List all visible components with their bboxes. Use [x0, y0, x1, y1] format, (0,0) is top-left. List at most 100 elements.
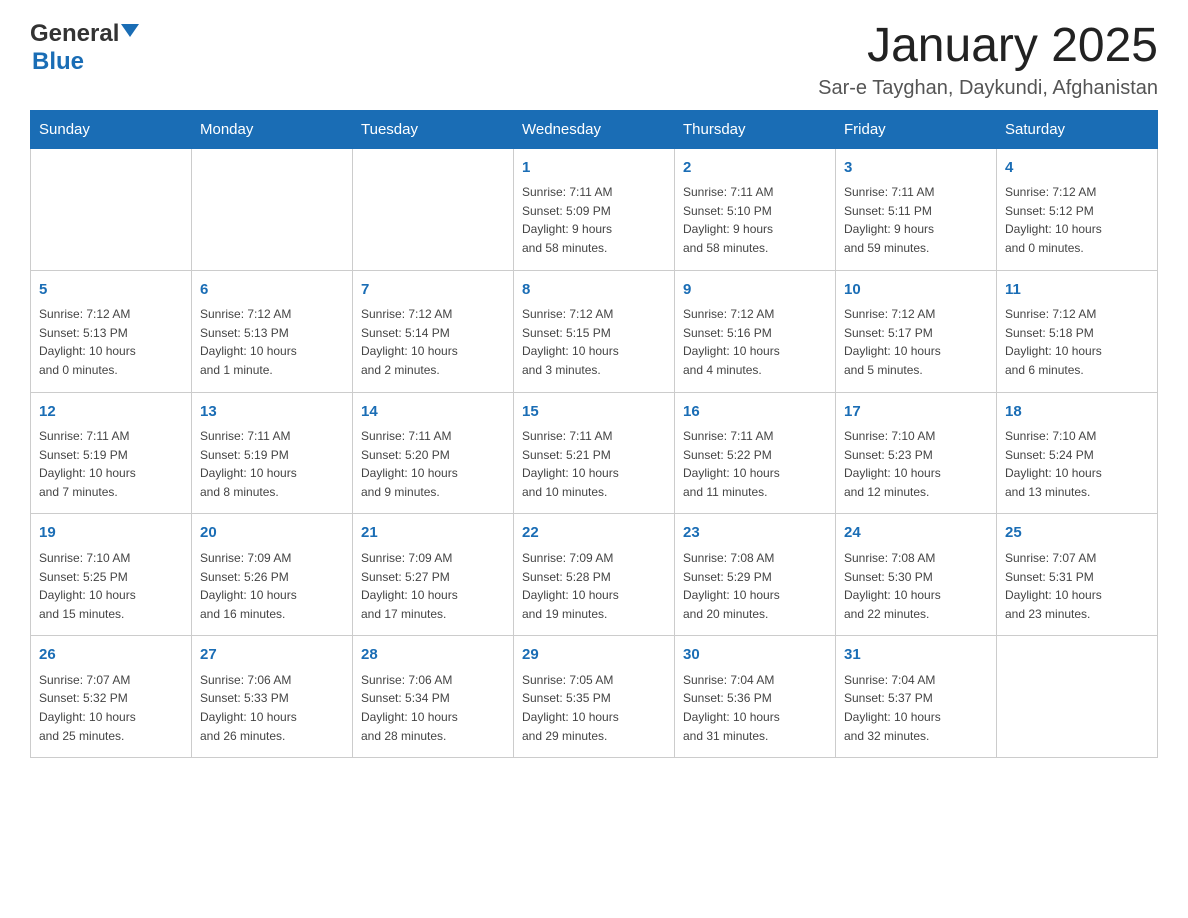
calendar-cell: 25 Sunrise: 7:07 AMSunset: 5:31 PMDayligh… — [997, 514, 1158, 636]
calendar-week-5: 26 Sunrise: 7:07 AMSunset: 5:32 PMDayligh… — [31, 636, 1158, 758]
day-info: Sunrise: 7:11 AMSunset: 5:09 PMDaylight:… — [522, 183, 666, 257]
calendar-cell: 7 Sunrise: 7:12 AMSunset: 5:14 PMDaylight… — [353, 270, 514, 392]
calendar-cell: 16 Sunrise: 7:11 AMSunset: 5:22 PMDayligh… — [675, 392, 836, 514]
day-info: Sunrise: 7:12 AMSunset: 5:16 PMDaylight:… — [683, 305, 827, 379]
calendar-header-monday: Monday — [192, 110, 353, 148]
calendar-cell: 13 Sunrise: 7:11 AMSunset: 5:19 PMDayligh… — [192, 392, 353, 514]
day-number: 10 — [844, 279, 988, 302]
day-number: 28 — [361, 644, 505, 667]
calendar-cell: 27 Sunrise: 7:06 AMSunset: 5:33 PMDayligh… — [192, 636, 353, 758]
calendar-header-friday: Friday — [836, 110, 997, 148]
calendar-table: SundayMondayTuesdayWednesdayThursdayFrid… — [30, 110, 1158, 758]
day-number: 26 — [39, 644, 183, 667]
calendar-week-3: 12Sunrise: 7:11 AMSunset: 5:19 PMDayligh… — [31, 392, 1158, 514]
calendar-header-tuesday: Tuesday — [353, 110, 514, 148]
day-number: 29 — [522, 644, 666, 667]
calendar-cell: 6 Sunrise: 7:12 AMSunset: 5:13 PMDaylight… — [192, 270, 353, 392]
day-number: 20 — [200, 522, 344, 545]
title-section: January 2025 Sar-e Tayghan, Daykundi, Af… — [818, 20, 1158, 100]
calendar-cell: 24 Sunrise: 7:08 AMSunset: 5:30 PMDayligh… — [836, 514, 997, 636]
logo-arrow-icon — [121, 24, 139, 37]
day-info: Sunrise: 7:11 AMSunset: 5:20 PMDaylight:… — [361, 427, 505, 501]
day-info: Sunrise: 7:07 AMSunset: 5:32 PMDaylight:… — [39, 671, 183, 745]
day-info: Sunrise: 7:04 AMSunset: 5:37 PMDaylight:… — [844, 671, 988, 745]
calendar-cell — [353, 148, 514, 270]
logo: General Blue — [30, 20, 139, 76]
day-number: 23 — [683, 522, 827, 545]
calendar-cell: 9 Sunrise: 7:12 AMSunset: 5:16 PMDaylight… — [675, 270, 836, 392]
day-info: Sunrise: 7:11 AMSunset: 5:19 PMDaylight:… — [39, 427, 183, 501]
day-number: 6 — [200, 279, 344, 302]
day-info: Sunrise: 7:07 AMSunset: 5:31 PMDaylight:… — [1005, 549, 1149, 623]
calendar-cell: 4 Sunrise: 7:12 AMSunset: 5:12 PMDaylight… — [997, 148, 1158, 270]
month-title: January 2025 — [818, 20, 1158, 73]
day-number: 9 — [683, 279, 827, 302]
day-number: 1 — [522, 157, 666, 180]
calendar-cell: 12Sunrise: 7:11 AMSunset: 5:19 PMDayligh… — [31, 392, 192, 514]
calendar-cell: 21 Sunrise: 7:09 AMSunset: 5:27 PMDayligh… — [353, 514, 514, 636]
day-info: Sunrise: 7:09 AMSunset: 5:27 PMDaylight:… — [361, 549, 505, 623]
day-info: Sunrise: 7:12 AMSunset: 5:13 PMDaylight:… — [200, 305, 344, 379]
day-number: 5 — [39, 279, 183, 302]
day-number: 11 — [1005, 279, 1149, 302]
calendar-cell: 10 Sunrise: 7:12 AMSunset: 5:17 PMDayligh… — [836, 270, 997, 392]
day-number: 2 — [683, 157, 827, 180]
calendar-cell: 5 Sunrise: 7:12 AMSunset: 5:13 PMDaylight… — [31, 270, 192, 392]
day-info: Sunrise: 7:06 AMSunset: 5:34 PMDaylight:… — [361, 671, 505, 745]
day-info: Sunrise: 7:11 AMSunset: 5:19 PMDaylight:… — [200, 427, 344, 501]
calendar-header-thursday: Thursday — [675, 110, 836, 148]
day-info: Sunrise: 7:12 AMSunset: 5:13 PMDaylight:… — [39, 305, 183, 379]
day-number: 18 — [1005, 401, 1149, 424]
day-number: 27 — [200, 644, 344, 667]
day-info: Sunrise: 7:12 AMSunset: 5:12 PMDaylight:… — [1005, 183, 1149, 257]
calendar-cell: 8Sunrise: 7:12 AMSunset: 5:15 PMDaylight… — [514, 270, 675, 392]
calendar-week-1: 1 Sunrise: 7:11 AMSunset: 5:09 PMDaylight… — [31, 148, 1158, 270]
day-info: Sunrise: 7:10 AMSunset: 5:24 PMDaylight:… — [1005, 427, 1149, 501]
day-info: Sunrise: 7:06 AMSunset: 5:33 PMDaylight:… — [200, 671, 344, 745]
calendar-cell: 2 Sunrise: 7:11 AMSunset: 5:10 PMDaylight… — [675, 148, 836, 270]
calendar-cell — [31, 148, 192, 270]
day-info: Sunrise: 7:11 AMSunset: 5:11 PMDaylight:… — [844, 183, 988, 257]
calendar-cell: 19 Sunrise: 7:10 AMSunset: 5:25 PMDayligh… — [31, 514, 192, 636]
calendar-header-sunday: Sunday — [31, 110, 192, 148]
day-info: Sunrise: 7:12 AMSunset: 5:18 PMDaylight:… — [1005, 305, 1149, 379]
logo-general-text: General — [30, 20, 119, 48]
calendar-cell: 31 Sunrise: 7:04 AMSunset: 5:37 PMDayligh… — [836, 636, 997, 758]
calendar-cell: 26 Sunrise: 7:07 AMSunset: 5:32 PMDayligh… — [31, 636, 192, 758]
day-number: 7 — [361, 279, 505, 302]
day-info: Sunrise: 7:12 AMSunset: 5:14 PMDaylight:… — [361, 305, 505, 379]
logo-blue-text: Blue — [32, 48, 84, 75]
day-info: Sunrise: 7:12 AMSunset: 5:15 PMDaylight:… — [522, 305, 666, 379]
day-info: Sunrise: 7:09 AMSunset: 5:26 PMDaylight:… — [200, 549, 344, 623]
calendar-week-4: 19 Sunrise: 7:10 AMSunset: 5:25 PMDayligh… — [31, 514, 1158, 636]
calendar-cell: 28 Sunrise: 7:06 AMSunset: 5:34 PMDayligh… — [353, 636, 514, 758]
day-number: 30 — [683, 644, 827, 667]
day-info: Sunrise: 7:12 AMSunset: 5:17 PMDaylight:… — [844, 305, 988, 379]
calendar-cell: 17Sunrise: 7:10 AMSunset: 5:23 PMDayligh… — [836, 392, 997, 514]
day-info: Sunrise: 7:11 AMSunset: 5:10 PMDaylight:… — [683, 183, 827, 257]
calendar-cell: 29Sunrise: 7:05 AMSunset: 5:35 PMDayligh… — [514, 636, 675, 758]
location-subtitle: Sar-e Tayghan, Daykundi, Afghanistan — [818, 77, 1158, 100]
calendar-cell: 20 Sunrise: 7:09 AMSunset: 5:26 PMDayligh… — [192, 514, 353, 636]
day-number: 13 — [200, 401, 344, 424]
day-number: 3 — [844, 157, 988, 180]
day-number: 4 — [1005, 157, 1149, 180]
day-info: Sunrise: 7:11 AMSunset: 5:22 PMDaylight:… — [683, 427, 827, 501]
calendar-cell: 11 Sunrise: 7:12 AMSunset: 5:18 PMDayligh… — [997, 270, 1158, 392]
calendar-cell: 18 Sunrise: 7:10 AMSunset: 5:24 PMDayligh… — [997, 392, 1158, 514]
day-number: 31 — [844, 644, 988, 667]
day-info: Sunrise: 7:08 AMSunset: 5:30 PMDaylight:… — [844, 549, 988, 623]
day-number: 17 — [844, 401, 988, 424]
day-number: 19 — [39, 522, 183, 545]
day-number: 16 — [683, 401, 827, 424]
day-info: Sunrise: 7:10 AMSunset: 5:25 PMDaylight:… — [39, 549, 183, 623]
calendar-cell: 22Sunrise: 7:09 AMSunset: 5:28 PMDayligh… — [514, 514, 675, 636]
day-info: Sunrise: 7:09 AMSunset: 5:28 PMDaylight:… — [522, 549, 666, 623]
calendar-cell — [192, 148, 353, 270]
day-number: 21 — [361, 522, 505, 545]
calendar-header-saturday: Saturday — [997, 110, 1158, 148]
calendar-cell — [997, 636, 1158, 758]
day-number: 24 — [844, 522, 988, 545]
day-number: 25 — [1005, 522, 1149, 545]
calendar-week-2: 5 Sunrise: 7:12 AMSunset: 5:13 PMDaylight… — [31, 270, 1158, 392]
